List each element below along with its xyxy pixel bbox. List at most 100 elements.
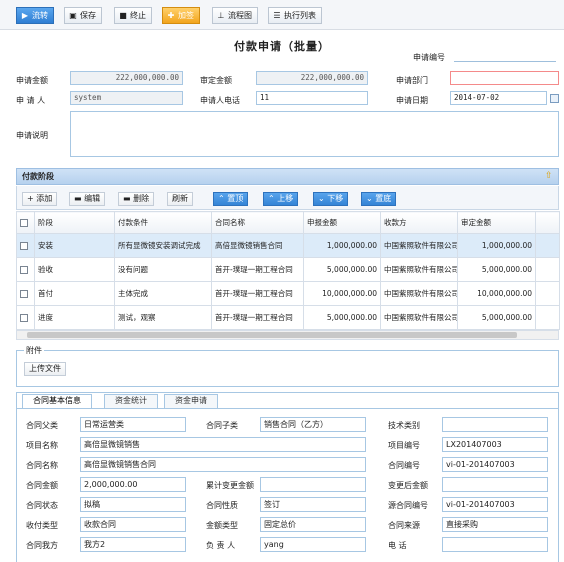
- flow-icon: ▶: [21, 11, 29, 20]
- remark-textarea[interactable]: [70, 111, 559, 157]
- parent-type-field[interactable]: 日常运营类: [80, 417, 186, 432]
- calendar-icon[interactable]: [550, 94, 559, 103]
- apply-dept-field[interactable]: [450, 71, 559, 85]
- row-checkbox[interactable]: [20, 242, 28, 250]
- flowchart-icon: ⊥: [217, 11, 225, 20]
- status-label: 合同状态: [26, 501, 58, 510]
- move-up-button[interactable]: ⌃ 上移: [263, 192, 299, 206]
- pay-type-label: 收付类型: [26, 521, 58, 530]
- delete-row-button[interactable]: ▬ 删除: [118, 192, 155, 206]
- status-field[interactable]: 拟稿: [80, 497, 186, 512]
- phone-label: 电 话: [388, 541, 407, 550]
- contract-no-field[interactable]: vi-01-201407003: [442, 457, 548, 472]
- table-row[interactable]: 安装 所有显微镜安装调试完成 高倍显微镜销售合同 1,000,000.00 中国…: [16, 233, 560, 258]
- horizontal-scrollbar[interactable]: [16, 330, 559, 340]
- col-header-condition[interactable]: 付款条件: [114, 211, 212, 234]
- save-icon: ▣: [69, 11, 77, 20]
- contract-amount-label: 合同金额: [26, 481, 58, 490]
- applicant-field[interactable]: system: [70, 91, 183, 105]
- owner-field[interactable]: yang: [260, 537, 366, 552]
- source-no-field[interactable]: vi-01-201407003: [442, 497, 548, 512]
- table-header-row: 阶段 付款条件 合同名称 申报金额 收款方 审定金额: [16, 211, 560, 234]
- amount-type-label: 金额类型: [206, 521, 238, 530]
- refresh-button[interactable]: 刷新: [167, 192, 193, 206]
- applicant-phone-field[interactable]: 11: [256, 91, 368, 105]
- apply-no-field[interactable]: [454, 61, 556, 62]
- sub-type-label: 合同子类: [206, 421, 238, 430]
- after-change-field[interactable]: [442, 477, 548, 492]
- applicant-phone-label: 申请人电话: [200, 96, 240, 105]
- move-top-button[interactable]: ⌃ 置顶: [213, 192, 249, 206]
- apply-no-label: 申请编号: [413, 53, 445, 62]
- stop-button[interactable]: ■ 终止: [114, 7, 152, 24]
- tech-type-field[interactable]: [442, 417, 548, 432]
- move-bottom-button[interactable]: ⌄ 置底: [361, 192, 397, 206]
- project-name-field[interactable]: 高倍显微镜销售: [80, 437, 366, 452]
- tab-divider: [16, 408, 559, 409]
- sub-type-field[interactable]: 销售合同（乙方）: [260, 417, 366, 432]
- row-checkbox[interactable]: [20, 314, 28, 322]
- table-row[interactable]: 首付 主体完成 首开-璞瑅一期工程合同 10,000,000.00 中国紫照软件…: [16, 281, 560, 306]
- list-icon: ☰: [273, 11, 281, 20]
- tech-type-label: 技术类别: [388, 421, 420, 430]
- flowchart-button[interactable]: ⊥ 流程图: [212, 7, 258, 24]
- exec-list-button[interactable]: ☰ 执行列表: [268, 7, 322, 24]
- contract-no-label: 合同编号: [388, 461, 420, 470]
- approved-amount-field[interactable]: 222,000,000.00: [256, 71, 368, 85]
- upload-file-button[interactable]: 上传文件: [24, 362, 66, 376]
- source-field[interactable]: 直接采购: [442, 517, 548, 532]
- applicant-label: 申 请 人: [16, 96, 46, 105]
- col-header-stage[interactable]: 阶段: [34, 211, 115, 234]
- apply-amount-label: 申请金额: [16, 76, 48, 85]
- tab-contract-info[interactable]: 合同基本信息: [22, 394, 92, 409]
- after-change-label: 变更后金额: [388, 481, 428, 490]
- stages-table: 阶段 付款条件 合同名称 申报金额 收款方 审定金额 安装 所有显微镜安装调试完…: [16, 211, 560, 330]
- table-row[interactable]: 验收 没有问题 首开-璞瑅一期工程合同 5,000,000.00 中国紫照软件有…: [16, 257, 560, 282]
- contract-name-field[interactable]: 高倍显微镜销售合同: [80, 457, 366, 472]
- contract-amount-field[interactable]: 2,000,000.00: [80, 477, 186, 492]
- tab-fund-apply[interactable]: 资金申请: [164, 394, 218, 408]
- project-no-field[interactable]: LX201407003: [442, 437, 548, 452]
- approved-amount-label: 审定金额: [200, 76, 232, 85]
- pay-type-field[interactable]: 收款合同: [80, 517, 186, 532]
- tab-fund-stats[interactable]: 资金统计: [104, 394, 158, 408]
- stages-header-title: 付款阶段: [22, 172, 54, 181]
- col-header-declared[interactable]: 申报金额: [303, 211, 381, 234]
- collapse-icon[interactable]: ⇧: [545, 172, 553, 181]
- apply-date-label: 申请日期: [396, 96, 428, 105]
- add-row-button[interactable]: + 添加: [22, 192, 58, 206]
- col-header-contract[interactable]: 合同名称: [211, 211, 304, 234]
- edit-row-button[interactable]: ▬ 编辑: [69, 192, 106, 206]
- our-party-field[interactable]: 我方2: [80, 537, 186, 552]
- plus-icon: +: [27, 194, 34, 203]
- phone-field[interactable]: [442, 537, 548, 552]
- amount-type-field[interactable]: 固定总价: [260, 517, 366, 532]
- stop-icon: ■: [119, 11, 127, 20]
- table-row[interactable]: 进度 测试，观察 首开-璞瑅一期工程合同 5,000,000.00 中国紫照软件…: [16, 305, 560, 330]
- parent-type-label: 合同父类: [26, 421, 58, 430]
- nature-label: 合同性质: [206, 501, 238, 510]
- source-label: 合同来源: [388, 521, 420, 530]
- chevron-up-icon: ⌃: [268, 194, 275, 203]
- col-header-approved[interactable]: 审定金额: [457, 211, 536, 234]
- scrollbar-thumb[interactable]: [27, 332, 517, 338]
- chevron-down-icon: ⌄: [366, 194, 373, 203]
- add-sign-button[interactable]: ✚ 加签: [162, 7, 200, 24]
- chevron-down-icon: ⌄: [318, 194, 325, 203]
- select-all-checkbox[interactable]: [20, 219, 28, 227]
- move-down-button[interactable]: ⌄ 下移: [313, 192, 349, 206]
- project-no-label: 项目编号: [388, 441, 420, 450]
- flow-button[interactable]: ▶ 流转: [16, 7, 54, 24]
- project-name-label: 项目名称: [26, 441, 58, 450]
- page-title: 付款申请（批量）: [234, 40, 330, 53]
- chevron-up-icon: ⌃: [218, 194, 225, 203]
- remark-label: 申请说明: [16, 131, 48, 140]
- acc-change-field[interactable]: [260, 477, 366, 492]
- col-header-payee[interactable]: 收款方: [380, 211, 458, 234]
- row-checkbox[interactable]: [20, 266, 28, 274]
- row-checkbox[interactable]: [20, 290, 28, 298]
- save-button[interactable]: ▣ 保存: [64, 7, 102, 24]
- nature-field[interactable]: 签订: [260, 497, 366, 512]
- apply-amount-field[interactable]: 222,000,000.00: [70, 71, 183, 85]
- apply-date-field[interactable]: 2014-07-02: [450, 91, 547, 105]
